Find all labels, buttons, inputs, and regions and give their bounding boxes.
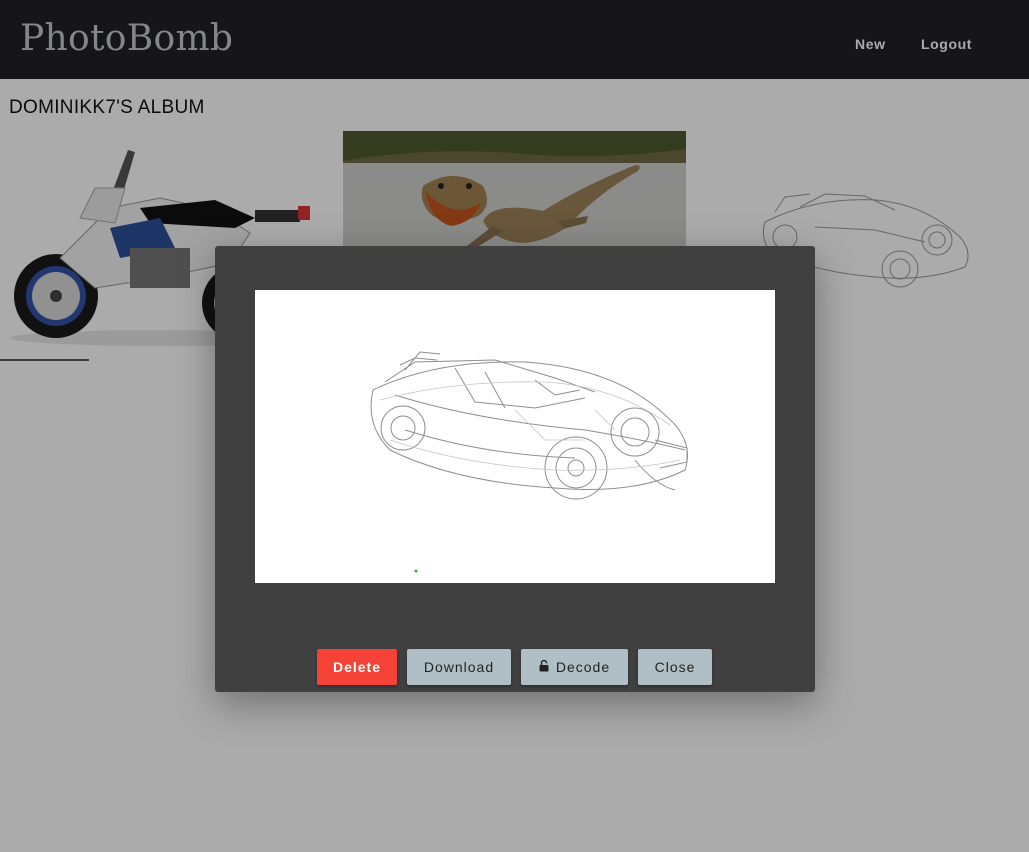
- decode-button-label: Decode: [555, 659, 611, 675]
- modal-image: [255, 290, 775, 583]
- unlock-icon: [539, 659, 549, 675]
- decode-button[interactable]: Decode: [521, 649, 628, 685]
- download-button[interactable]: Download: [407, 649, 511, 685]
- delete-button-label: Delete: [332, 659, 382, 675]
- car-sketch-full-image: [255, 290, 775, 583]
- delete-button[interactable]: Delete: [317, 649, 397, 685]
- close-button[interactable]: Close: [638, 649, 712, 685]
- image-modal: Delete Download Decode Close: [215, 246, 815, 692]
- close-button-label: Close: [654, 659, 696, 675]
- download-button-label: Download: [423, 659, 495, 675]
